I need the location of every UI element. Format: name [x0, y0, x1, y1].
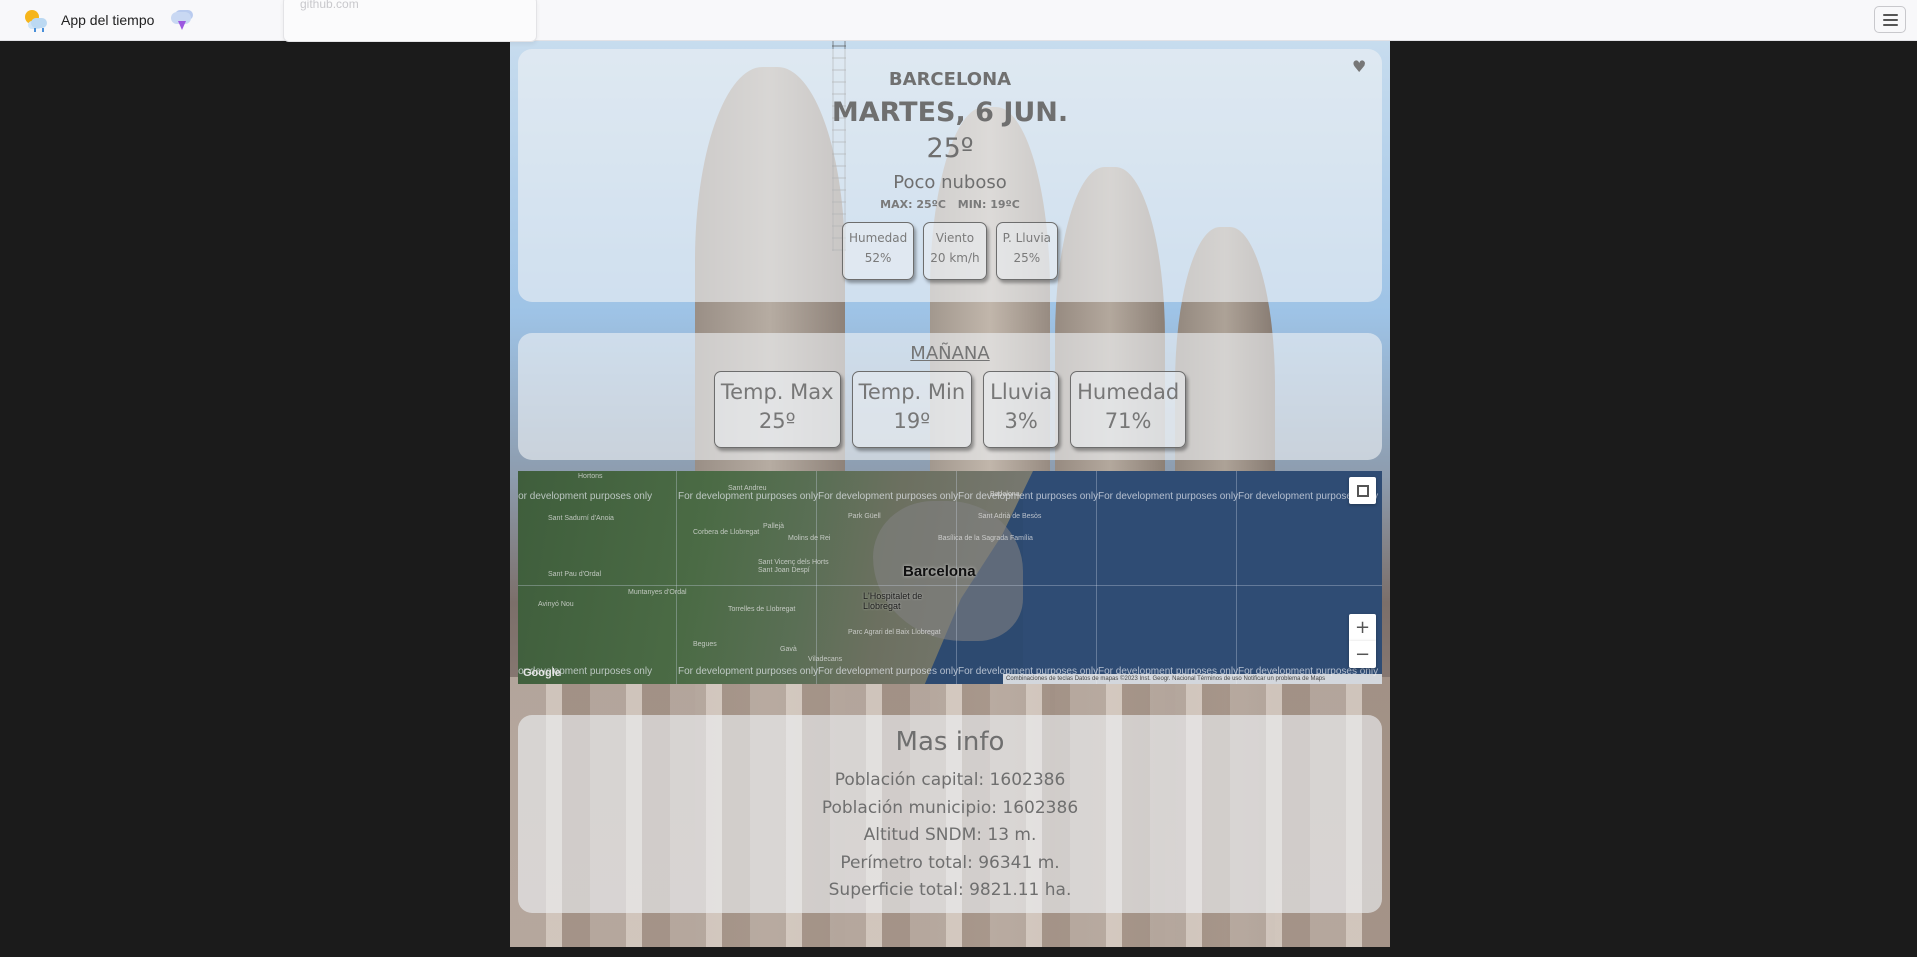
tomorrow-title: MAÑANA [910, 343, 990, 364]
stat-label: Humedad [848, 231, 908, 245]
brand[interactable]: App del tiempo [22, 6, 195, 34]
info-altitude: Altitud SNDM: 13 m. [863, 825, 1037, 845]
stat-value: 25% [1013, 251, 1041, 265]
more-info-title: Mas info [895, 727, 1005, 757]
map-place: Sant Vicenç dels Horts [758, 559, 829, 566]
weather-description: Poco nuboso [893, 172, 1007, 193]
stat-rain-probability: P. Lluvia 25% [995, 222, 1059, 280]
map-place: Sant Sadurní d'Anoia [548, 515, 614, 522]
dev-watermark: For development purposes only [1098, 491, 1239, 502]
google-logo[interactable]: Google [523, 667, 561, 679]
stat-value: 19º [893, 409, 931, 433]
current-stats: Humedad 52% Viento 20 km/h P. Lluvia 25% [518, 222, 1382, 280]
dev-watermark: For development purposes only [958, 491, 1099, 502]
tomorrow-card: MAÑANA Temp. Max 25º Temp. Min 19º Lluvi… [518, 333, 1382, 460]
main-content: ♥ BARCELONA MARTES, 6 JUN. 25º Poco nubo… [510, 41, 1390, 947]
map-place: Sant Joan Despí [758, 567, 810, 574]
map-place: Muntanyes d'Ordal [628, 589, 687, 596]
stat-humidity: Humedad 52% [841, 222, 915, 280]
map-place: Sant Adrià de Besòs [978, 513, 1042, 520]
dev-watermark: For development purposes only [678, 491, 819, 502]
current-temperature: 25º [926, 133, 974, 164]
stat-value: 3% [1004, 409, 1038, 433]
map-place: Hortons [578, 473, 603, 480]
map-place: Torrelles de Llobregat [728, 606, 796, 613]
tomorrow-stat-humidity: Humedad 71% [1070, 371, 1187, 448]
stat-value: 71% [1104, 409, 1152, 433]
stat-label: Humedad [1077, 380, 1180, 404]
map-place: Parc Agrari del Baix Llobregat [848, 629, 941, 636]
map-place: Avinyó Nou [538, 601, 574, 608]
info-perimeter: Perímetro total: 96341 m. [840, 852, 1060, 873]
current-date: MARTES, 6 JUN. [831, 97, 1069, 128]
info-population-municipality: Población municipio: 1602386 [821, 797, 1079, 818]
stat-wind: Viento 20 km/h [923, 222, 987, 280]
map-place: Basílica de la Sagrada Família [938, 535, 1033, 542]
tomorrow-stat-max: Temp. Max 25º [713, 371, 841, 448]
map-place: Pallejà [763, 523, 785, 530]
app-title[interactable]: App del tiempo [61, 12, 154, 28]
min-max: MAX: 25ºC MIN: 19ºC [518, 198, 1382, 211]
map-city-label[interactable]: Barcelona [903, 563, 976, 580]
map-place: Sant Andreu [728, 485, 767, 492]
dev-watermark: For development purposes only [818, 491, 959, 502]
city-name: BARCELONA [888, 69, 1012, 90]
menu-toggle-button[interactable] [1874, 6, 1906, 33]
fullscreen-icon [1356, 484, 1369, 497]
info-population-capital: Población capital: 1602386 [834, 770, 1066, 790]
tomorrow-stat-min: Temp. Min 19º [851, 371, 973, 448]
max-temp: MAX: 25ºC [880, 198, 946, 211]
map-suburb-label: L'Hospitalet de Llobregat [863, 591, 923, 611]
fullscreen-button[interactable] [1349, 477, 1376, 504]
sun-cloud-rain-icon [22, 7, 48, 33]
tooltip-text: github.com [300, 0, 359, 11]
map-place: Viladecans [808, 656, 843, 663]
zoom-out-button[interactable]: − [1349, 641, 1376, 668]
stat-value: 20 km/h [930, 251, 980, 265]
stat-label: Temp. Min [858, 380, 966, 404]
more-info-card: Mas info Población capital: 1602386 Pobl… [518, 715, 1382, 913]
map-place: Park Güell [848, 513, 881, 520]
stat-label: Viento [935, 231, 975, 245]
min-temp: MIN: 19ºC [957, 198, 1020, 211]
dev-watermark: For development purposes only [678, 666, 819, 677]
zoom-in-button[interactable]: + [1349, 614, 1376, 641]
map-place: Gavà [780, 646, 797, 653]
map-attribution[interactable]: Combinaciones de teclas Datos de mapas ©… [1003, 674, 1382, 684]
current-weather-card: ♥ BARCELONA MARTES, 6 JUN. 25º Poco nubo… [518, 49, 1382, 302]
stat-label: Lluvia [990, 380, 1053, 404]
stat-value: 25º [758, 409, 796, 433]
tomorrow-stat-rain: Lluvia 3% [983, 371, 1060, 448]
map-place: Corbera de Llobregat [693, 529, 760, 536]
info-surface: Superficie total: 9821.11 ha. [828, 880, 1072, 900]
dev-watermark: For development purposes only [818, 666, 959, 677]
link-tooltip: github.com [283, 0, 537, 42]
stat-value: 52% [864, 251, 892, 265]
map-place: Sant Pau d'Ordal [548, 571, 602, 578]
storm-cloud-icon [169, 8, 195, 32]
stat-label: P. Lluvia [1002, 231, 1052, 245]
map-place: Molins de Rei [788, 535, 831, 542]
dev-watermark: For development purposes only [518, 491, 653, 502]
tomorrow-stats: Temp. Max 25º Temp. Min 19º Lluvia 3% Hu… [518, 371, 1382, 448]
more-info-list: Población capital: 1602386 Población mun… [518, 767, 1382, 905]
map-place: Badalona [990, 491, 1020, 498]
google-map[interactable]: For development purposes only For develo… [518, 471, 1382, 684]
stat-label: Temp. Max [720, 380, 834, 404]
map-place: Begues [693, 641, 717, 648]
